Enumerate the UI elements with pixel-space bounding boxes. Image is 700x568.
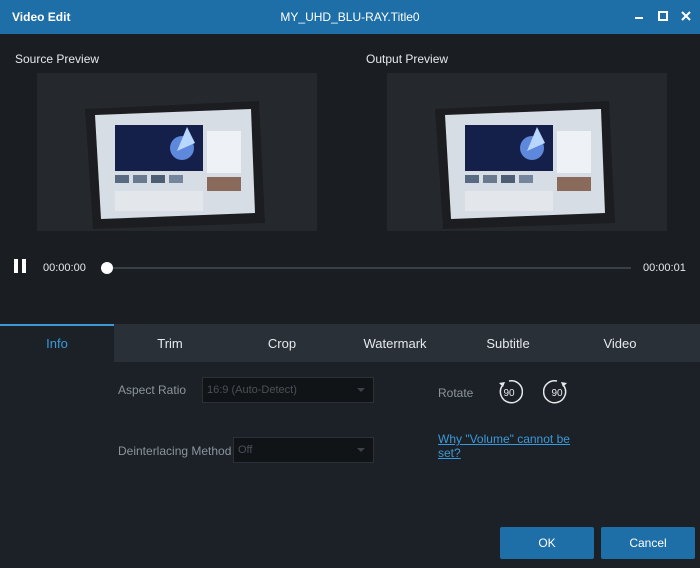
deinterlacing-select[interactable]: Off	[233, 437, 374, 463]
pause-icon-bar	[22, 259, 26, 273]
document-title: MY_UHD_BLU-RAY.Title0	[280, 10, 420, 24]
cancel-button[interactable]: Cancel	[601, 527, 695, 559]
rotate-left-value: 90	[503, 388, 515, 399]
tab-trim[interactable]: Trim	[114, 324, 226, 362]
tab-bar: Info Trim Crop Watermark Subtitle Video	[0, 324, 700, 362]
tab-subtitle[interactable]: Subtitle	[452, 324, 564, 362]
current-time: 00:00:00	[43, 262, 86, 274]
pause-button[interactable]	[14, 259, 28, 273]
output-video-image	[387, 73, 667, 231]
rotate-left-icon: 90	[499, 379, 523, 404]
timeline-scrubber-handle[interactable]	[101, 262, 113, 274]
chevron-down-icon	[357, 388, 365, 392]
tab-watermark[interactable]: Watermark	[338, 324, 452, 362]
output-preview-label: Output Preview	[366, 52, 449, 66]
chevron-down-icon	[357, 448, 365, 452]
rotate-label: Rotate	[438, 386, 474, 400]
maximize-icon[interactable]	[654, 8, 672, 24]
aspect-ratio-label: Aspect Ratio	[118, 383, 187, 397]
source-preview-frame	[37, 73, 317, 231]
minimize-icon[interactable]	[630, 8, 648, 24]
tab-video[interactable]: Video	[564, 324, 676, 362]
output-preview-frame	[387, 73, 667, 231]
timeline-track[interactable]	[107, 267, 631, 269]
volume-help-link[interactable]: Why "Volume" cannot be set?	[438, 432, 578, 460]
rotate-right-icon: 90	[543, 379, 567, 404]
pause-icon	[14, 259, 18, 273]
total-time: 00:00:01	[643, 262, 686, 274]
ok-button[interactable]: OK	[500, 527, 594, 559]
rotate-left-button[interactable]: 90	[495, 378, 523, 406]
deinterlacing-label: Deinterlacing Method	[118, 444, 232, 458]
rotate-right-value: 90	[551, 388, 563, 399]
source-video-image	[37, 73, 317, 231]
tab-info[interactable]: Info	[0, 324, 114, 362]
rotate-right-button[interactable]: 90	[543, 378, 571, 406]
source-preview-label: Source Preview	[15, 52, 100, 66]
tab-crop[interactable]: Crop	[226, 324, 338, 362]
deinterlacing-value: Off	[238, 444, 253, 456]
title-bar: Video Edit MY_UHD_BLU-RAY.Title0	[0, 0, 700, 34]
close-icon[interactable]	[677, 8, 695, 24]
aspect-ratio-select[interactable]: 16:9 (Auto-Detect)	[202, 377, 374, 403]
aspect-ratio-value: 16:9 (Auto-Detect)	[207, 384, 297, 396]
